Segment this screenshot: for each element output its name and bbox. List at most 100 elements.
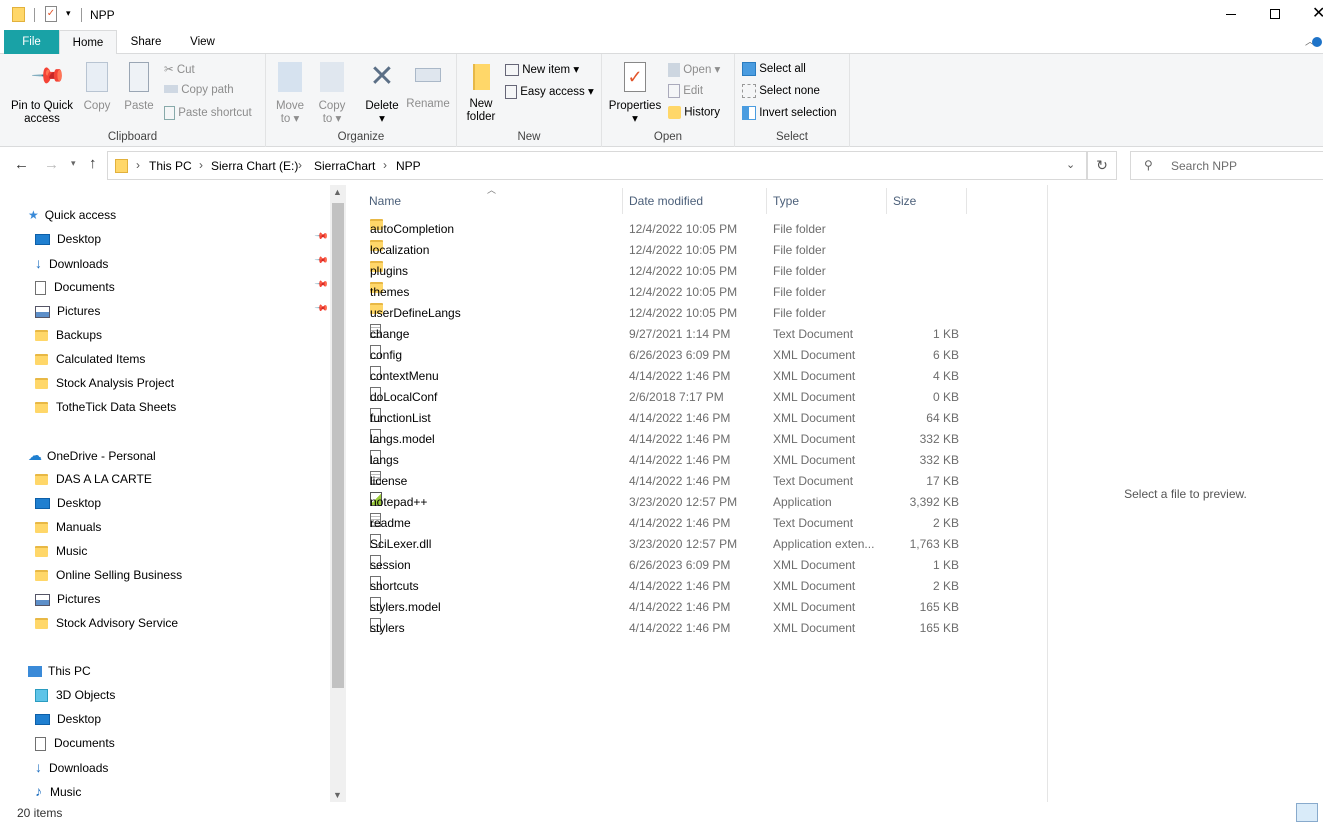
nav-item-label: DAS A LA CARTE <box>56 472 152 486</box>
file-size: 165 KB <box>919 621 959 635</box>
nav-item[interactable]: DAS A LA CARTE <box>35 467 152 491</box>
new-item-button[interactable]: New item ▾ <box>505 62 579 76</box>
nav-item[interactable]: This PC <box>28 659 91 683</box>
minimize-button[interactable] <box>1226 14 1236 15</box>
nav-item[interactable]: Desktop <box>35 707 101 731</box>
nav-item[interactable]: Pictures <box>35 299 100 323</box>
back-button[interactable]: ← <box>14 156 29 173</box>
tab-home[interactable]: Home <box>59 30 117 55</box>
address-dropdown-icon[interactable]: ⌄ <box>1066 158 1075 171</box>
file-row[interactable]: stylers 4/14/2022 1:46 PM XML Document 165 … <box>362 618 968 639</box>
nav-item[interactable]: ★ Quick access <box>28 203 116 227</box>
pin-to-quick-access-button[interactable]: 📌 Pin to Quick access <box>6 57 78 126</box>
file-row[interactable]: change 9/27/2021 1:14 PM Text Document 1 KB <box>362 324 968 345</box>
properties-button[interactable]: ✓ Properties ▾ <box>606 62 664 126</box>
nav-item-label: This PC <box>48 664 91 678</box>
nav-item[interactable]: Manuals <box>35 515 101 539</box>
maximize-button[interactable] <box>1270 9 1280 19</box>
refresh-button[interactable]: ↻ <box>1087 151 1117 180</box>
file-date: 4/14/2022 1:46 PM <box>629 453 731 467</box>
file-row[interactable]: langs 4/14/2022 1:46 PM XML Document 332 KB <box>362 450 968 471</box>
file-row[interactable]: plugins 12/4/2022 10:05 PM File folder <box>362 261 968 282</box>
tab-share[interactable]: Share <box>117 30 175 54</box>
cut-button[interactable]: ✂ Cut <box>164 62 195 76</box>
select-all-button[interactable]: Select all <box>742 62 806 76</box>
nav-item[interactable]: ↓ Downloads <box>35 755 108 779</box>
nav-item[interactable]: 3D Objects <box>35 683 115 707</box>
nav-item[interactable]: Documents <box>35 731 115 755</box>
star-icon: ★ <box>28 208 39 222</box>
nav-item[interactable]: Stock Advisory Service <box>35 611 178 635</box>
nav-scrollbar-thumb[interactable] <box>332 203 344 688</box>
move-to-button[interactable]: Move to ▾ <box>274 62 306 126</box>
file-row[interactable]: stylers.model 4/14/2022 1:46 PM XML Docume… <box>362 597 968 618</box>
rename-button[interactable]: Rename <box>404 62 452 111</box>
file-row[interactable]: shortcuts 4/14/2022 1:46 PM XML Document 2 … <box>362 576 968 597</box>
column-header-name[interactable]: Name <box>362 188 623 214</box>
tab-view[interactable]: View <box>175 30 230 54</box>
file-row[interactable]: notepad++ 3/23/2020 12:57 PM Application 3,… <box>362 492 968 513</box>
new-folder-button[interactable]: New folder <box>463 64 499 124</box>
close-button[interactable]: ✕ <box>1312 3 1323 23</box>
open-group: ✓ Properties ▾ Open ▾ Edit History Open <box>602 54 735 147</box>
invert-selection-button[interactable]: Invert selection <box>742 106 837 120</box>
open-button[interactable]: Open ▾ <box>668 62 720 77</box>
nav-item[interactable]: Backups <box>35 323 102 347</box>
nav-item[interactable]: ↓ Downloads <box>35 251 108 275</box>
file-row[interactable]: autoCompletion 12/4/2022 10:05 PM File fol… <box>362 219 968 240</box>
nav-item[interactable]: Documents <box>35 275 115 299</box>
paste-shortcut-button[interactable]: Paste shortcut <box>164 106 252 120</box>
nav-item[interactable]: Pictures <box>35 587 100 611</box>
nav-item[interactable]: Desktop <box>35 491 101 515</box>
file-row[interactable]: session 6/26/2023 6:09 PM XML Document 1 KB <box>362 555 968 576</box>
file-row[interactable]: readme 4/14/2022 1:46 PM Text Document 2 KB <box>362 513 968 534</box>
breadcrumb-drive[interactable]: Sierra Chart (E:) <box>211 159 298 173</box>
column-header-date[interactable]: Date modified <box>622 188 767 214</box>
nav-item[interactable]: Music <box>35 539 87 563</box>
folder-icon <box>35 330 48 342</box>
file-row[interactable]: SciLexer.dll 3/23/2020 12:57 PM Applicatio… <box>362 534 968 555</box>
help-icon[interactable] <box>1312 37 1322 47</box>
file-row[interactable]: contextMenu 4/14/2022 1:46 PM XML Document… <box>362 366 968 387</box>
breadcrumb-sierrachart[interactable]: SierraChart <box>314 159 375 173</box>
nav-item[interactable]: Calculated Items <box>35 347 145 371</box>
file-row[interactable]: functionList 4/14/2022 1:46 PM XML Documen… <box>362 408 968 429</box>
paste-button[interactable]: Paste <box>121 62 157 113</box>
recent-locations-button[interactable]: ▾ <box>71 158 76 169</box>
select-none-button[interactable]: Select none <box>742 84 820 98</box>
file-row[interactable]: themes 12/4/2022 10:05 PM File folder <box>362 282 968 303</box>
delete-button[interactable]: ✕ Delete ▾ <box>362 60 402 126</box>
nav-item[interactable]: ♪ Music <box>35 779 81 802</box>
breadcrumb-npp[interactable]: NPP <box>396 159 421 173</box>
properties-qat-icon[interactable]: ✓ <box>45 6 57 22</box>
file-row[interactable]: doLocalConf 2/6/2018 7:17 PM XML Document 0… <box>362 387 968 408</box>
file-row[interactable]: config 6/26/2023 6:09 PM XML Document 6 KB <box>362 345 968 366</box>
address-bar[interactable]: › This PC › Sierra Chart (E:) › SierraCh… <box>107 151 1087 180</box>
column-header-size[interactable]: Size <box>886 188 967 214</box>
nav-scrollbar[interactable]: ▲ ▼ <box>330 185 346 802</box>
copy-path-button[interactable]: Copy path <box>164 84 234 96</box>
edit-button[interactable]: Edit <box>668 84 703 98</box>
column-header-type[interactable]: Type <box>766 188 887 214</box>
nav-item[interactable]: Desktop <box>35 227 101 251</box>
qat-dropdown-icon[interactable]: ▾ <box>66 8 71 19</box>
copy-button[interactable]: Copy <box>80 62 114 113</box>
search-input[interactable]: Search NPP <box>1171 159 1237 173</box>
file-row[interactable]: userDefineLangs 12/4/2022 10:05 PM File fo… <box>362 303 968 324</box>
file-row[interactable]: license 4/14/2022 1:46 PM Text Document 17 … <box>362 471 968 492</box>
copy-to-button[interactable]: Copy to ▾ <box>316 62 348 126</box>
nav-item[interactable]: TotheTick Data Sheets <box>35 395 176 419</box>
file-row[interactable]: localization 12/4/2022 10:05 PM File folde… <box>362 240 968 261</box>
details-view-button[interactable] <box>1296 803 1318 822</box>
file-row[interactable]: langs.model 4/14/2022 1:46 PM XML Document… <box>362 429 968 450</box>
breadcrumb-this-pc[interactable]: This PC <box>149 159 192 173</box>
nav-item[interactable]: Stock Analysis Project <box>35 371 174 395</box>
history-button[interactable]: History <box>668 106 720 119</box>
forward-button[interactable]: → <box>44 156 59 173</box>
up-button[interactable]: ↑ <box>89 155 97 172</box>
file-date: 6/26/2023 6:09 PM <box>629 348 731 362</box>
search-box[interactable]: ⚲ Search NPP <box>1130 151 1323 180</box>
nav-item[interactable]: Online Selling Business <box>35 563 182 587</box>
easy-access-button[interactable]: Easy access ▾ <box>505 84 594 99</box>
nav-item[interactable]: ☁ OneDrive - Personal <box>28 443 156 467</box>
